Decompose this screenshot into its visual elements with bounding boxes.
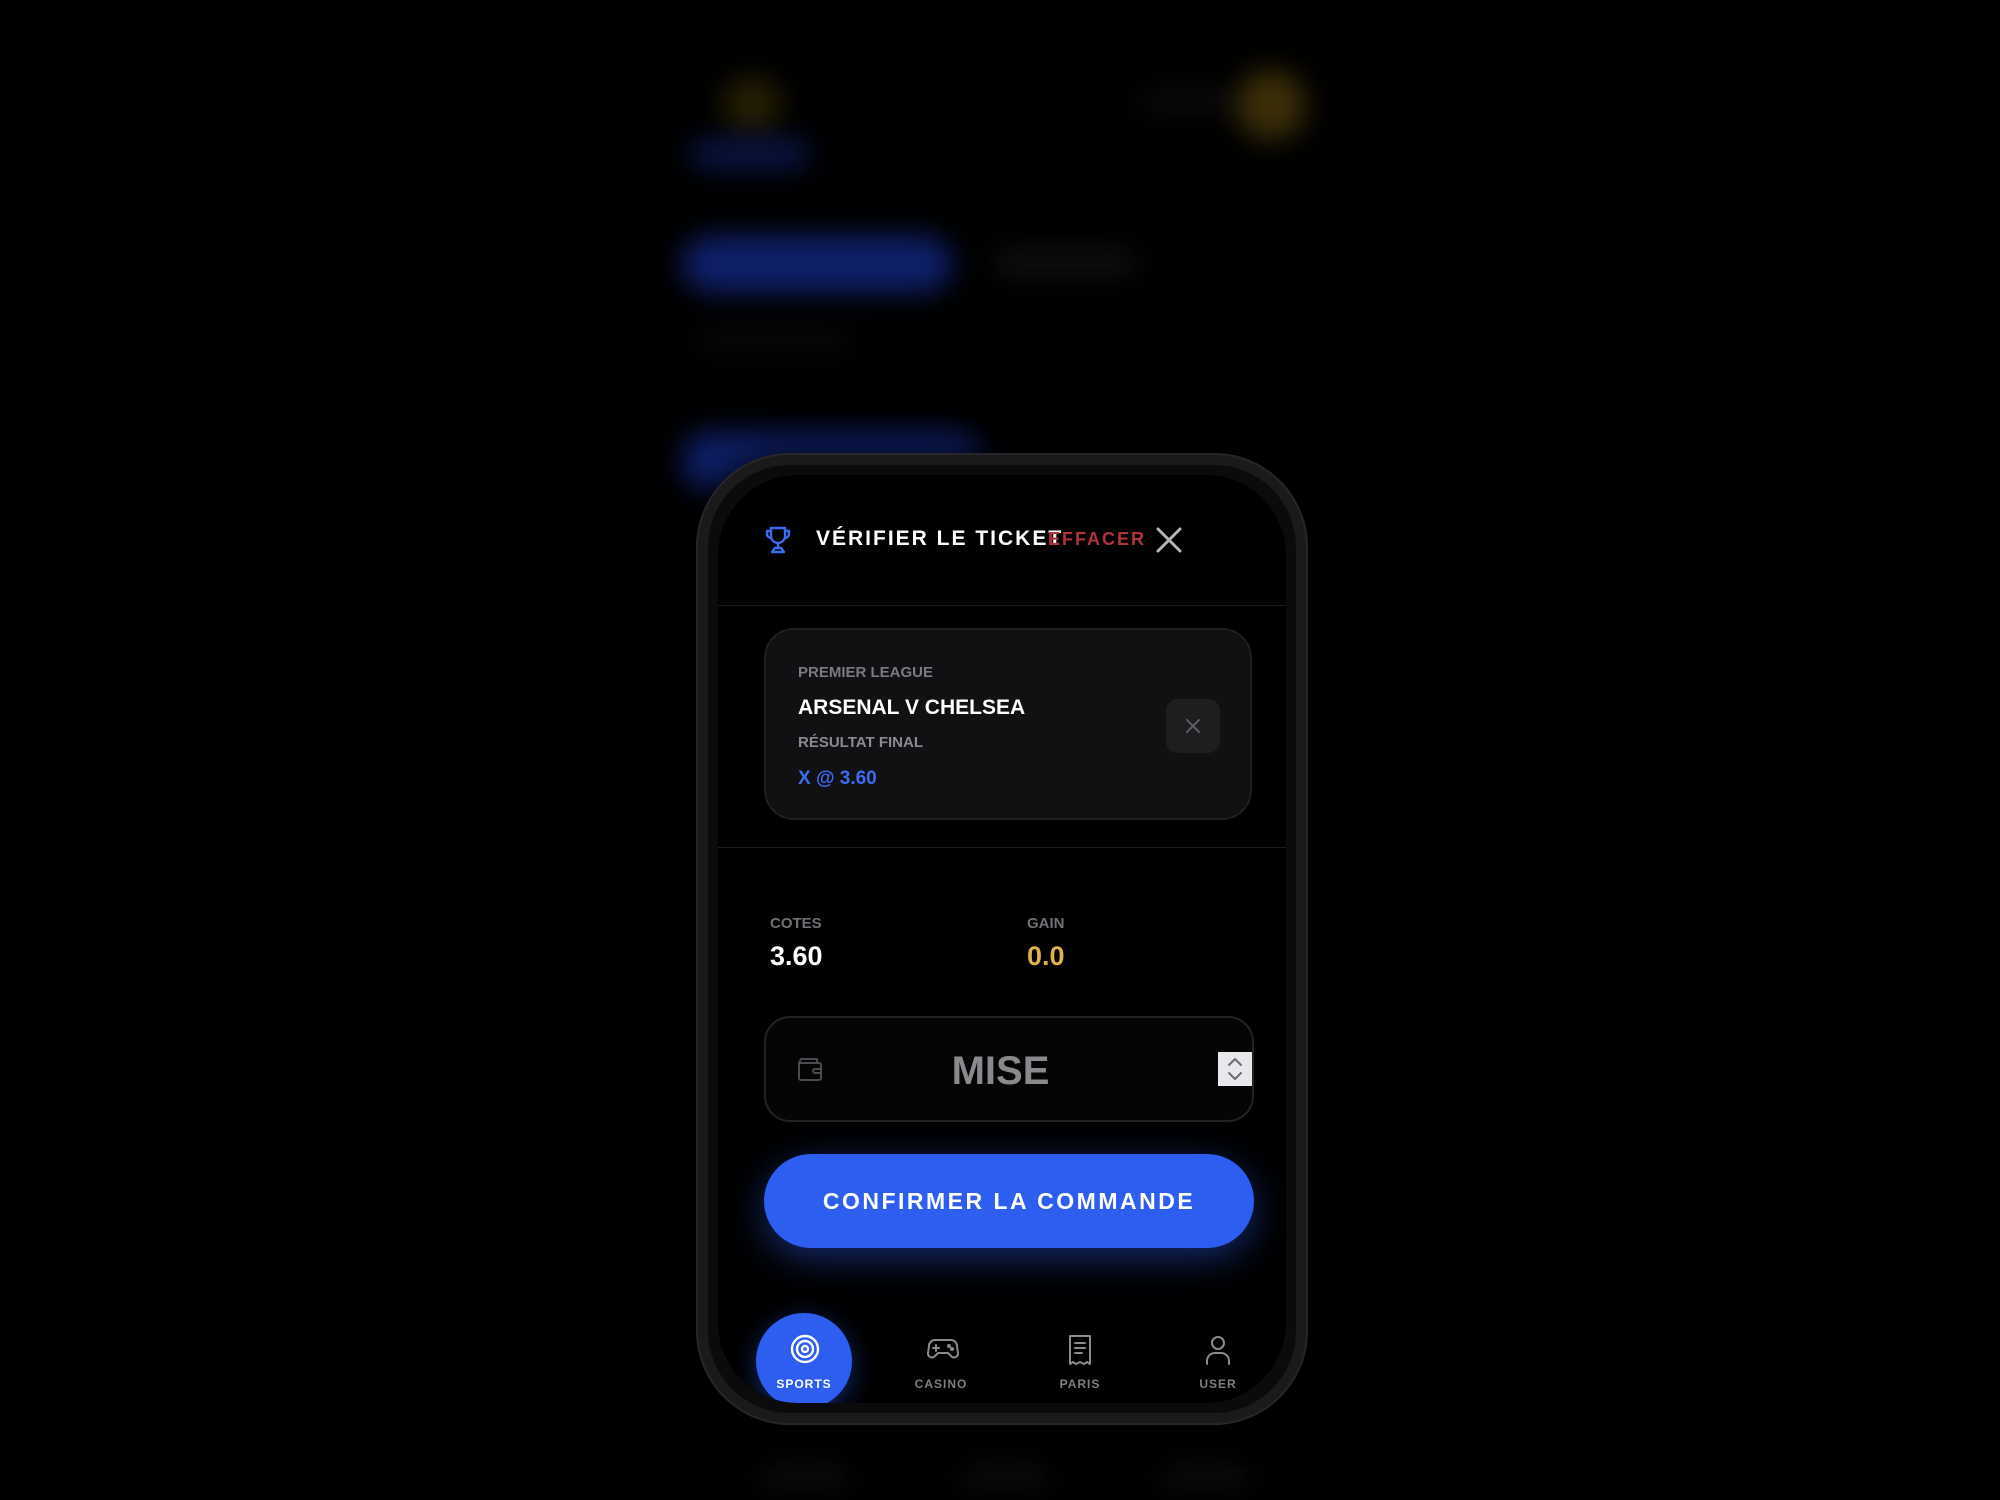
background-tab-active [682, 236, 952, 292]
odds-value: 3.60 [770, 941, 823, 971]
nav-paris[interactable]: PARIS [1032, 1313, 1128, 1403]
bet-slip-header: VÉRIFIER LE TICKET EFFACER [718, 475, 1286, 606]
close-icon[interactable] [1152, 523, 1186, 557]
bet-selection-card: PREMIER LEAGUE ARSENAL V CHELSEA RÉSULTA… [764, 628, 1252, 820]
divider [718, 847, 1286, 848]
market-name: RÉSULTAT FINAL [798, 734, 923, 751]
background-footer-item [960, 1460, 1050, 1490]
match-name: ARSENAL V CHELSEA [798, 696, 1026, 719]
trophy-icon [765, 526, 791, 554]
nav-casino[interactable]: CASINO [893, 1313, 989, 1403]
stake-stepper[interactable] [1218, 1052, 1252, 1086]
bet-slip-panel: VÉRIFIER LE TICKET EFFACER PREMIER LEAGU… [718, 475, 1286, 1403]
close-icon [1186, 719, 1200, 733]
background-footer-item [1160, 1460, 1250, 1490]
user-icon [1206, 1336, 1230, 1365]
background-tab [995, 250, 1135, 274]
confirm-order-button[interactable]: CONFIRMER LA COMMANDE [764, 1154, 1254, 1248]
background-chip [690, 140, 810, 168]
selection-odds: X @ 3.60 [798, 768, 877, 789]
nav-label: SPORTS [776, 1377, 832, 1391]
odds-label: COTES [770, 915, 822, 932]
stake-input[interactable] [856, 1038, 1160, 1104]
nav-label: USER [1199, 1377, 1237, 1391]
wallet-icon [798, 1058, 822, 1081]
stake-field [764, 1016, 1254, 1122]
target-icon [790, 1334, 820, 1364]
gamepad-icon [927, 1339, 959, 1359]
background-footer-item [760, 1460, 850, 1490]
remove-selection-button[interactable] [1166, 699, 1220, 753]
league-name: PREMIER LEAGUE [798, 664, 934, 681]
background-text [700, 330, 850, 350]
clear-button[interactable]: EFFACER [1048, 529, 1146, 550]
chevron-up-down-icon [1228, 1058, 1242, 1080]
background-logo [722, 78, 782, 128]
nav-sports[interactable]: SPORTS [756, 1313, 852, 1403]
page-title: VÉRIFIER LE TICKET [816, 527, 1064, 550]
background-avatar [1236, 70, 1306, 140]
gain-label: GAIN [1027, 915, 1065, 932]
nav-label: PARIS [1059, 1377, 1101, 1391]
nav-user[interactable]: USER [1170, 1313, 1266, 1403]
gain-value: 0.0 [1027, 941, 1065, 971]
receipt-icon [1069, 1335, 1091, 1365]
nav-label: CASINO [914, 1377, 968, 1391]
background-balance [1140, 92, 1230, 112]
phone-frame: VÉRIFIER LE TICKET EFFACER PREMIER LEAGU… [698, 455, 1306, 1423]
